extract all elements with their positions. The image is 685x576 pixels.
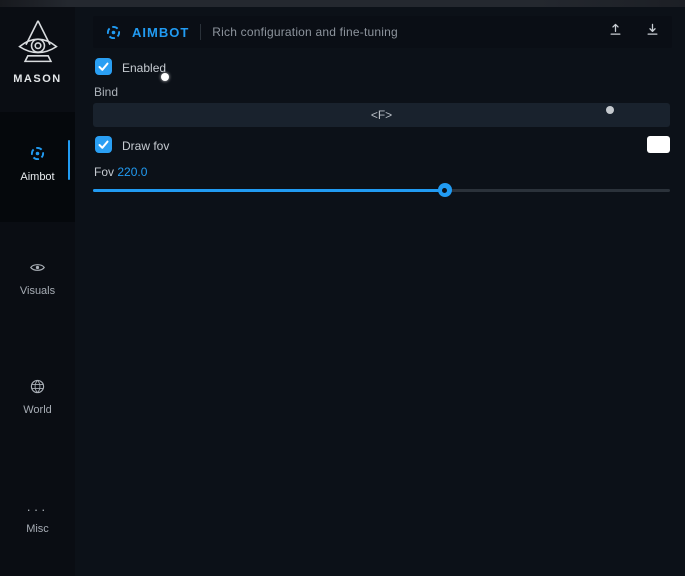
brand-name: MASON [0,73,75,85]
mason-eye-pyramid-icon [15,53,61,70]
cursor-dot [161,73,169,81]
sidebar-item-misc[interactable]: ··· Misc [0,501,75,535]
crosshair-icon [29,149,46,166]
sidebar-item-label: World [0,404,75,416]
fov-color-swatch[interactable] [647,136,670,153]
download-config-icon[interactable] [645,22,660,42]
fov-slider[interactable] [93,183,670,197]
brand-logo: MASON [0,18,75,85]
bind-label: Bind [94,85,118,99]
bind-key-input[interactable]: <F> [93,103,670,127]
sidebar-item-label: Aimbot [0,171,75,183]
globe-icon [29,382,46,399]
section-title: AIMBOT [132,25,189,40]
drag-dot [606,106,614,114]
sidebar-item-label: Visuals [0,285,75,297]
draw-fov-label: Draw fov [122,139,169,153]
fov-value: 220.0 [117,165,147,179]
section-subtitle: Rich configuration and fine-tuning [212,25,398,39]
sidebar-item-visuals[interactable]: Visuals [0,259,75,297]
sidebar-item-world[interactable]: World [0,378,75,416]
fov-label: Fov 220.0 [94,165,147,179]
ellipsis-icon: ··· [27,502,49,517]
header-divider [200,24,201,40]
mason-menu-window: MASON Aimbot Visuals [0,0,685,576]
enabled-checkbox[interactable] [95,58,112,75]
fov-label-text: Fov [94,165,117,179]
draw-fov-checkbox[interactable] [95,136,112,153]
enabled-label: Enabled [122,61,166,75]
section-header: AIMBOT Rich configuration and fine-tunin… [93,16,672,48]
fov-slider-handle[interactable] [438,183,452,197]
active-indicator [68,140,71,180]
sidebar-item-label: Misc [0,523,75,535]
sidebar: MASON Aimbot Visuals [0,7,75,576]
bind-key-value: <F> [371,108,392,122]
sidebar-item-aimbot[interactable]: Aimbot [0,112,75,222]
eye-icon [29,263,46,280]
window-top-edge [0,0,685,7]
fov-slider-fill [93,189,445,192]
upload-config-icon[interactable] [608,22,623,42]
crosshair-icon [105,24,122,41]
